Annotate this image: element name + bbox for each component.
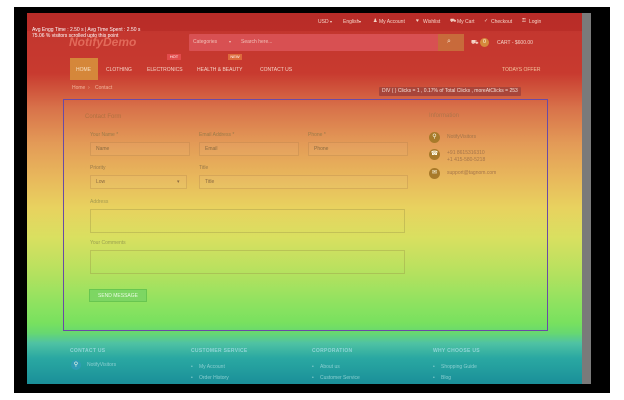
language-selector[interactable]: English [343,19,359,25]
search-button[interactable]: ⌕ [438,34,464,51]
name-field[interactable]: Name [90,142,190,156]
footer-my-account-link[interactable]: My Account [199,364,225,370]
comments-label: Your Comments [90,240,126,246]
electronics-badge: HOT [167,54,181,60]
footer [27,333,591,384]
search-input[interactable]: Search here... [241,39,272,45]
cart-icon: ⛟ [450,18,457,24]
cart-total-button[interactable]: CART - $600.00 [497,40,533,46]
envelope-icon: ✉ [429,168,440,179]
breadcrumb-separator-icon: › [88,85,90,91]
currency-chevron-icon: ▾ [330,19,333,24]
phone-label: Phone * [308,132,326,138]
phone-field[interactable]: Phone [308,142,408,156]
nav-home[interactable]: HOME [76,67,91,73]
todays-offer-link[interactable]: TODAYS OFFER [502,67,540,73]
footer-bullet-icon: • [433,375,435,381]
lock-icon: ⚿ [522,18,526,24]
footer-bullet-icon: • [312,364,314,370]
health-badge: NEW [228,54,242,60]
categories-dropdown[interactable]: Categories [193,39,217,45]
title-label: Title [199,165,209,171]
phone-icon: ☎ [429,149,440,160]
breadcrumb-home[interactable]: Home [72,85,85,91]
address-textarea[interactable] [90,209,405,233]
footer-order-history-link[interactable]: Order History [199,375,229,381]
heatmap-viewport: USD ▾ English ▾ ♟ My Account ♥ Wishlist … [27,13,591,384]
contact-form-title: Contact Form [85,114,122,120]
nav-electronics[interactable]: ELECTRONICS [147,67,183,73]
footer-bullet-icon: • [191,364,193,370]
wishlist-link[interactable]: Wishlist [423,19,440,25]
priority-chevron-icon: ▾ [177,179,180,185]
address-label: Address [90,199,109,205]
nav-health-beauty[interactable]: HEALTH & BEAUTY [197,67,242,73]
scrollbar[interactable] [582,13,591,384]
send-message-button[interactable]: SEND MESSAGE [89,289,147,302]
currency-selector[interactable]: USD [318,19,329,25]
nav-contact-us[interactable]: CONTACT US [260,67,292,73]
site-logo[interactable]: NotifyDemo [69,35,136,49]
name-label: Your Name * [90,132,119,138]
footer-why-choose-us-heading: WHY CHOOSE US [433,348,480,354]
search-icon: ⌕ [447,38,451,45]
footer-shopping-guide-link[interactable]: Shopping Guide [441,364,477,370]
user-icon: ♟ [373,18,378,24]
nav-clothing[interactable]: CLOTHING [106,67,132,73]
heart-icon: ♥ [416,18,419,24]
footer-company-name: NotifyVisitors [87,362,117,368]
my-account-link[interactable]: My Account [379,19,405,25]
priority-label: Priority [90,165,106,171]
element-click-tooltip: DIV ( ) Clicks = 1 , 0.17% of Total Clic… [379,87,521,96]
comments-textarea[interactable] [90,250,405,274]
my-cart-link[interactable]: My Cart [457,19,475,25]
login-link[interactable]: Login [529,19,541,25]
footer-location-icon: ⚲ [71,360,81,370]
phone-number-1: +91 8615316310 [447,150,485,156]
footer-corporation-heading: CORPORATION [312,348,353,354]
breadcrumb-current: Contact [95,85,113,91]
location-pin-icon: ⚲ [429,132,440,143]
email-label: Email Address * [199,132,235,138]
footer-customer-service-link[interactable]: Customer Service [320,375,360,381]
footer-bullet-icon: • [191,375,193,381]
search-bar: Categories ▾ Search here... [189,34,439,51]
footer-about-link[interactable]: About us [320,364,340,370]
footer-bullet-icon: • [312,375,314,381]
categories-chevron-icon: ▾ [229,39,232,44]
information-title: Information [429,113,460,119]
support-email[interactable]: support@tagnom.com [447,170,496,176]
priority-select[interactable]: Low ▾ [90,175,187,189]
email-field[interactable]: Email [199,142,299,156]
footer-contact-us-heading: CONTACT US [70,348,106,354]
footer-bullet-icon: • [433,364,435,370]
cart-count-badge: 0 [480,38,489,47]
company-name: NotifyVisitors [447,134,477,140]
shopping-cart-icon: ⛟ [471,40,479,46]
checkout-link[interactable]: Checkout [491,19,512,25]
footer-blog-link[interactable]: Blog [441,375,451,381]
check-icon: ✓ [484,18,489,24]
phone-number-2: +1 415-580-5218 [447,157,486,163]
footer-customer-service-heading: CUSTOMER SERVICE [191,348,248,354]
title-field[interactable]: Title [199,175,408,189]
language-chevron-icon: ▾ [359,19,362,24]
